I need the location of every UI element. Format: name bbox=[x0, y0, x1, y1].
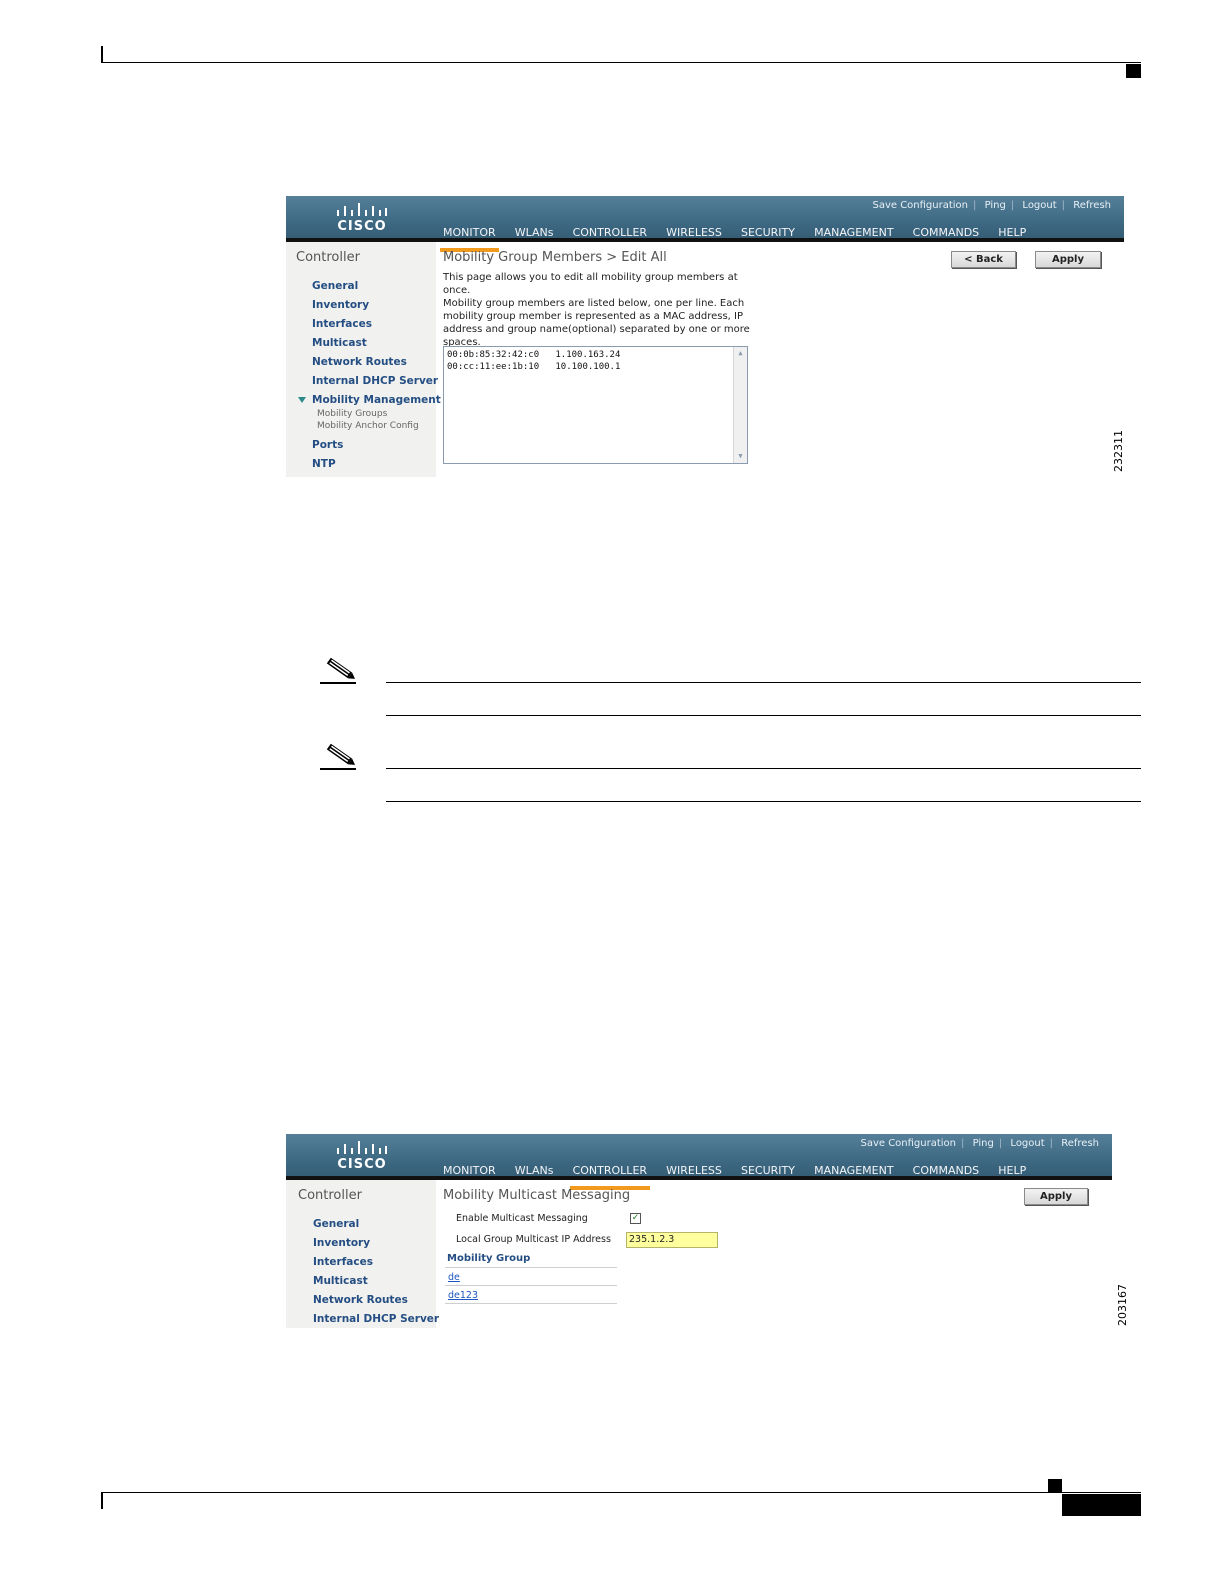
description-line: address and group name(optional) separat… bbox=[443, 324, 750, 335]
top-bar: CISCO Save Configuration | Ping | Logout | … bbox=[286, 1134, 1112, 1190]
back-button[interactable]: < Back bbox=[951, 251, 1016, 268]
note-bottom-rule bbox=[386, 715, 1141, 716]
refresh-link[interactable]: Refresh bbox=[1056, 1138, 1104, 1149]
header-rule bbox=[101, 62, 1141, 63]
sidebar-item-mobility-management[interactable]: Mobility Management bbox=[312, 394, 441, 406]
sidebar: Controller General Inventory Interfaces … bbox=[286, 242, 441, 477]
save-configuration-link[interactable]: Save Configuration bbox=[867, 200, 973, 211]
cisco-bars-icon bbox=[337, 1141, 387, 1154]
sidebar-item-network-routes[interactable]: Network Routes bbox=[312, 356, 407, 368]
sidebar-item-inventory[interactable]: Inventory bbox=[313, 1237, 370, 1249]
apply-button[interactable]: Apply bbox=[1035, 251, 1101, 268]
footer-rule bbox=[101, 1492, 1141, 1493]
screenshot-edit-all: CISCO Save Configuration | Ping | Logout | … bbox=[286, 196, 1124, 477]
footer-small-square bbox=[1048, 1479, 1062, 1492]
member-line: 00:0b:85:32:42:c0 1.100.163.24 bbox=[447, 350, 621, 360]
refresh-link[interactable]: Refresh bbox=[1068, 200, 1116, 211]
footer-page-tab bbox=[1062, 1494, 1141, 1516]
mobility-group-link[interactable]: de123 bbox=[448, 1290, 478, 1301]
sidebar-item-ntp[interactable]: NTP bbox=[312, 458, 336, 470]
top-links: Save Configuration | Ping | Logout | Refres… bbox=[867, 200, 1116, 211]
table-divider bbox=[445, 1285, 617, 1286]
cisco-logo: CISCO bbox=[334, 201, 390, 235]
logout-link[interactable]: Logout bbox=[1017, 200, 1061, 211]
scroll-up-icon[interactable]: ▲ bbox=[736, 349, 745, 358]
header-tick bbox=[101, 46, 103, 63]
table-divider bbox=[445, 1267, 617, 1268]
local-group-ip-label: Local Group Multicast IP Address bbox=[456, 1234, 611, 1245]
note-pencil-icon bbox=[320, 743, 356, 770]
save-configuration-link[interactable]: Save Configuration bbox=[855, 1138, 961, 1149]
description-line: mobility group member is represented as … bbox=[443, 311, 744, 322]
top-links: Save Configuration | Ping | Logout | Refres… bbox=[855, 1138, 1104, 1149]
mobility-group-link[interactable]: de bbox=[448, 1272, 460, 1283]
ping-link[interactable]: Ping bbox=[980, 200, 1011, 211]
footer-tick bbox=[101, 1492, 103, 1509]
ping-link[interactable]: Ping bbox=[968, 1138, 999, 1149]
page-description: This page allows you to edit all mobilit… bbox=[443, 271, 763, 349]
description-line: This page allows you to edit all mobilit… bbox=[443, 272, 738, 296]
sidebar-title: Controller bbox=[296, 250, 360, 265]
sidebar-item-multicast[interactable]: Multicast bbox=[313, 1275, 368, 1287]
expand-triangle-icon[interactable] bbox=[298, 397, 306, 403]
sidebar: Controller General Inventory Interfaces … bbox=[286, 1180, 439, 1328]
sidebar-item-ports[interactable]: Ports bbox=[312, 439, 343, 451]
mobility-group-header: Mobility Group bbox=[447, 1253, 531, 1264]
sidebar-item-inventory[interactable]: Inventory bbox=[312, 299, 369, 311]
local-group-ip-input[interactable]: 235.1.2.3 bbox=[626, 1232, 718, 1248]
page-title: Mobility Multicast Messaging bbox=[443, 1188, 631, 1203]
enable-multicast-checkbox[interactable]: ✓ bbox=[630, 1213, 641, 1224]
top-bar: CISCO Save Configuration | Ping | Logout | … bbox=[286, 196, 1124, 252]
sidebar-item-general[interactable]: General bbox=[313, 1218, 359, 1230]
sidebar-item-multicast[interactable]: Multicast bbox=[312, 337, 367, 349]
textarea-scrollbar[interactable]: ▲ ▼ bbox=[733, 347, 747, 463]
logout-link[interactable]: Logout bbox=[1005, 1138, 1049, 1149]
note-top-rule bbox=[386, 768, 1141, 769]
cisco-bars-icon bbox=[337, 203, 387, 216]
note-pencil-icon bbox=[320, 657, 356, 684]
sidebar-item-network-routes[interactable]: Network Routes bbox=[313, 1294, 408, 1306]
sidebar-subitem-mobility-groups[interactable]: Mobility Groups bbox=[317, 409, 387, 419]
sidebar-title: Controller bbox=[298, 1188, 362, 1203]
sidebar-item-internal-dhcp-server[interactable]: Internal DHCP Server bbox=[313, 1313, 439, 1325]
members-textarea[interactable]: 00:0b:85:32:42:c0 1.100.163.24 00:cc:11:… bbox=[443, 346, 748, 464]
member-line: 00:cc:11:ee:1b:10 10.100.100.1 bbox=[447, 362, 621, 372]
sidebar-item-interfaces[interactable]: Interfaces bbox=[313, 1256, 373, 1268]
sidebar-subitem-mobility-anchor-config[interactable]: Mobility Anchor Config bbox=[317, 421, 419, 431]
sidebar-item-general[interactable]: General bbox=[312, 280, 358, 292]
note-top-rule bbox=[386, 682, 1141, 683]
page-title: Mobility Group Members > Edit All bbox=[443, 250, 667, 265]
sidebar-item-internal-dhcp-server[interactable]: Internal DHCP Server bbox=[312, 375, 438, 387]
sidebar-item-interfaces[interactable]: Interfaces bbox=[312, 318, 372, 330]
figure-number: 232311 bbox=[1112, 430, 1125, 472]
header-corner-square bbox=[1126, 64, 1141, 78]
cisco-logo: CISCO bbox=[334, 1139, 390, 1173]
note-bottom-rule bbox=[386, 801, 1141, 802]
figure-number: 203167 bbox=[1116, 1284, 1129, 1326]
cisco-wordmark: CISCO bbox=[337, 1157, 387, 1172]
enable-multicast-label: Enable Multicast Messaging bbox=[456, 1213, 588, 1224]
screenshot-multicast-messaging: CISCO Save Configuration | Ping | Logout | … bbox=[286, 1134, 1112, 1328]
table-divider bbox=[445, 1303, 617, 1304]
description-line: Mobility group members are listed below,… bbox=[443, 298, 745, 309]
cisco-wordmark: CISCO bbox=[337, 219, 387, 234]
scroll-down-icon[interactable]: ▼ bbox=[736, 452, 745, 461]
apply-button[interactable]: Apply bbox=[1024, 1188, 1088, 1205]
